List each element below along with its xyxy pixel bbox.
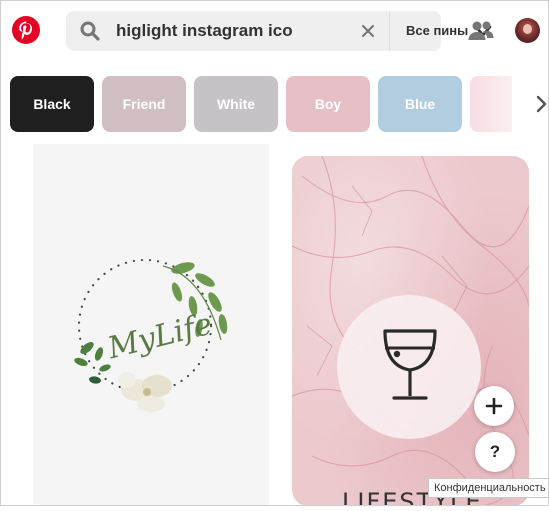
chip-white[interactable]: White — [194, 76, 278, 132]
chevron-right-icon[interactable] — [534, 94, 548, 114]
plus-icon — [485, 397, 503, 415]
avatar-face — [523, 24, 532, 34]
chip-black[interactable]: Black — [10, 76, 94, 132]
pin-scope-label: Все пины — [406, 23, 469, 38]
wine-glass-icon — [383, 329, 437, 400]
chip-boy[interactable]: Boy — [286, 76, 370, 132]
chip-partial[interactable] — [470, 76, 512, 132]
search-bar: Все пины — [66, 11, 492, 51]
chip-label: Friend — [122, 96, 166, 112]
avatar[interactable] — [515, 18, 540, 43]
chip-friend[interactable]: Friend — [102, 76, 186, 132]
chip-label: Black — [33, 96, 71, 112]
people-icon[interactable] — [468, 20, 494, 42]
chip-blue[interactable]: Blue — [378, 76, 462, 132]
search-input[interactable] — [116, 17, 296, 45]
help-label: ? — [489, 442, 501, 461]
create-pin-button[interactable] — [474, 386, 514, 426]
chip-label: Blue — [404, 96, 436, 112]
close-icon[interactable] — [360, 23, 376, 39]
chip-label: White — [216, 96, 256, 112]
pin-mylife[interactable]: MyLife — [33, 144, 269, 506]
pinterest-logo-icon[interactable] — [12, 16, 40, 44]
mylife-text: MyLife — [103, 307, 215, 367]
help-button[interactable]: ? — [475, 432, 515, 472]
privacy-link[interactable]: Конфиденциальность — [428, 478, 549, 498]
chip-label: Boy — [314, 96, 342, 112]
mylife-wreath: MyLife — [74, 258, 228, 412]
header: Все пины — [0, 0, 549, 64]
search-icon[interactable] — [80, 21, 100, 41]
